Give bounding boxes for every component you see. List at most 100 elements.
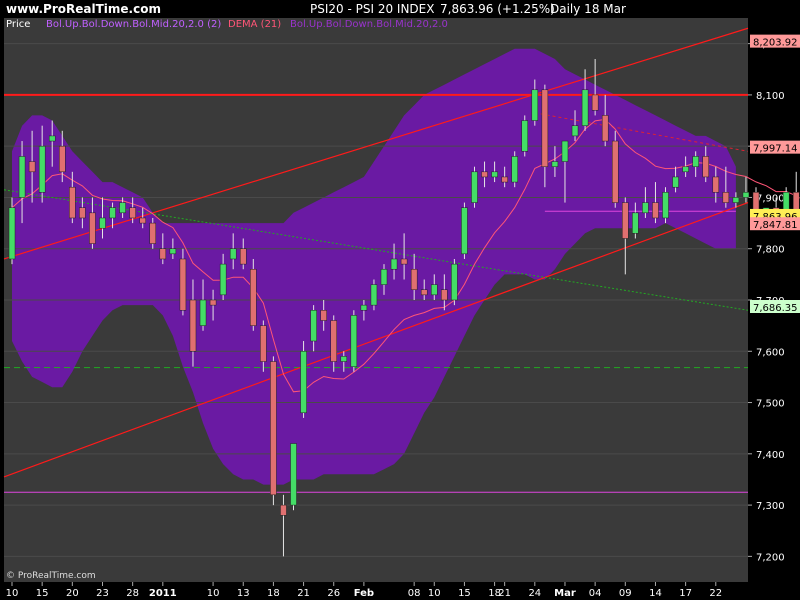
candle-body	[300, 351, 307, 414]
candle-body	[330, 320, 337, 362]
x-tick-label: 28	[126, 588, 139, 599]
x-tick-label: 15	[458, 588, 471, 599]
candle-body	[571, 125, 579, 137]
candle-body	[199, 299, 207, 326]
candle-body	[189, 299, 197, 352]
candle-body	[79, 207, 86, 219]
y-tick-label: 7,200	[756, 552, 785, 563]
y-tick-label: 7,300	[756, 501, 785, 512]
price-tag-label: 7,686.35	[753, 303, 798, 314]
candle-body	[672, 176, 679, 188]
candle-body	[471, 171, 478, 203]
candle-body	[370, 284, 378, 306]
y-tick-label: 7,900	[756, 193, 785, 204]
candle-body	[229, 248, 237, 260]
y-tick-label: 7,800	[756, 245, 785, 256]
candle-body	[451, 263, 458, 301]
x-tick-label: 13	[237, 588, 250, 599]
candle-body	[491, 171, 498, 178]
candle-body	[591, 94, 599, 111]
candle-body	[622, 202, 629, 239]
candle-body	[310, 310, 317, 342]
x-tick-label: 23	[96, 588, 109, 599]
candle-body	[59, 145, 66, 173]
candle-body	[159, 248, 167, 260]
candle-body	[662, 192, 669, 219]
legend-dema: DEMA (21)	[228, 19, 282, 30]
candle-body	[551, 161, 559, 167]
legend-bollinger: Bol.Up.Bol.Down.Bol.Mid.20,2.0 (2)	[46, 19, 222, 30]
candle-body	[239, 248, 247, 265]
y-tick-label: 7,600	[756, 347, 785, 358]
x-tick-label: 08	[408, 588, 421, 599]
candle-body	[219, 263, 227, 296]
candle-body	[99, 217, 106, 229]
candle-body	[69, 186, 76, 219]
candle-body	[129, 207, 136, 219]
candle-body	[481, 171, 488, 178]
candle-body	[48, 135, 56, 142]
price-tag-label: 7,847.81	[753, 220, 798, 231]
candle-body	[400, 258, 408, 265]
candle-body	[581, 89, 589, 126]
candle-body	[611, 140, 619, 203]
candle-body	[209, 299, 217, 306]
x-tick-label: 15	[36, 588, 49, 599]
x-tick-label: 10	[207, 588, 220, 599]
candle-body	[431, 284, 438, 296]
candle-body	[441, 289, 448, 301]
x-tick-label: 21	[498, 588, 511, 599]
candle-body	[501, 176, 508, 183]
candle-body	[280, 504, 287, 516]
candle-body	[18, 156, 26, 198]
candle-body	[8, 207, 16, 260]
candle-body	[149, 222, 157, 244]
candle-body	[320, 310, 327, 321]
candle-body	[390, 258, 398, 270]
candle-body	[38, 145, 46, 193]
candle-body	[712, 176, 720, 193]
candle-body	[521, 120, 529, 152]
x-tick-label: 20	[66, 588, 79, 599]
x-tick-label: 17	[679, 588, 692, 599]
candle-body	[410, 268, 418, 290]
candle-body	[139, 217, 146, 224]
candle-body	[260, 325, 267, 362]
candle-body	[350, 315, 358, 367]
candle-body	[119, 202, 126, 214]
x-tick-label: 24	[528, 588, 541, 599]
candle-body	[601, 115, 609, 142]
candle-body	[692, 156, 699, 167]
candle-body	[420, 289, 428, 296]
candlestick-chart: 7,2007,3007,4007,5007,6007,7007,8007,900…	[0, 18, 800, 600]
y-tick-label: 7,400	[756, 450, 785, 461]
x-tick-label: 21	[297, 588, 310, 599]
candle-body	[179, 258, 187, 311]
x-tick-label: 2011	[149, 588, 177, 599]
candle-body	[109, 207, 116, 219]
candle-body	[511, 156, 518, 183]
x-tick-label: Mar	[554, 588, 576, 599]
x-tick-label: 09	[619, 588, 632, 599]
x-tick-label: 26	[327, 588, 340, 599]
candle-body	[722, 192, 730, 203]
candle-body	[89, 212, 96, 244]
candle-body	[732, 197, 740, 203]
candle-body	[561, 140, 569, 162]
candle-body	[169, 248, 177, 255]
x-tick-label: 10	[6, 588, 19, 599]
x-tick-label: 18	[267, 588, 280, 599]
x-tick-label: Feb	[354, 588, 374, 599]
candle-body	[652, 202, 659, 219]
candle-body	[28, 161, 36, 173]
y-tick-label: 7,500	[756, 399, 785, 410]
candle-body	[250, 268, 257, 326]
candle-body	[541, 89, 549, 167]
price-tag-label: 8,203.92	[753, 38, 798, 49]
candle-body	[531, 89, 539, 121]
price-pane-label: Price	[6, 19, 31, 30]
candle-body	[642, 202, 649, 214]
candle-body	[340, 356, 348, 362]
y-tick-label: 8,100	[756, 91, 785, 102]
candle-body	[270, 361, 277, 496]
